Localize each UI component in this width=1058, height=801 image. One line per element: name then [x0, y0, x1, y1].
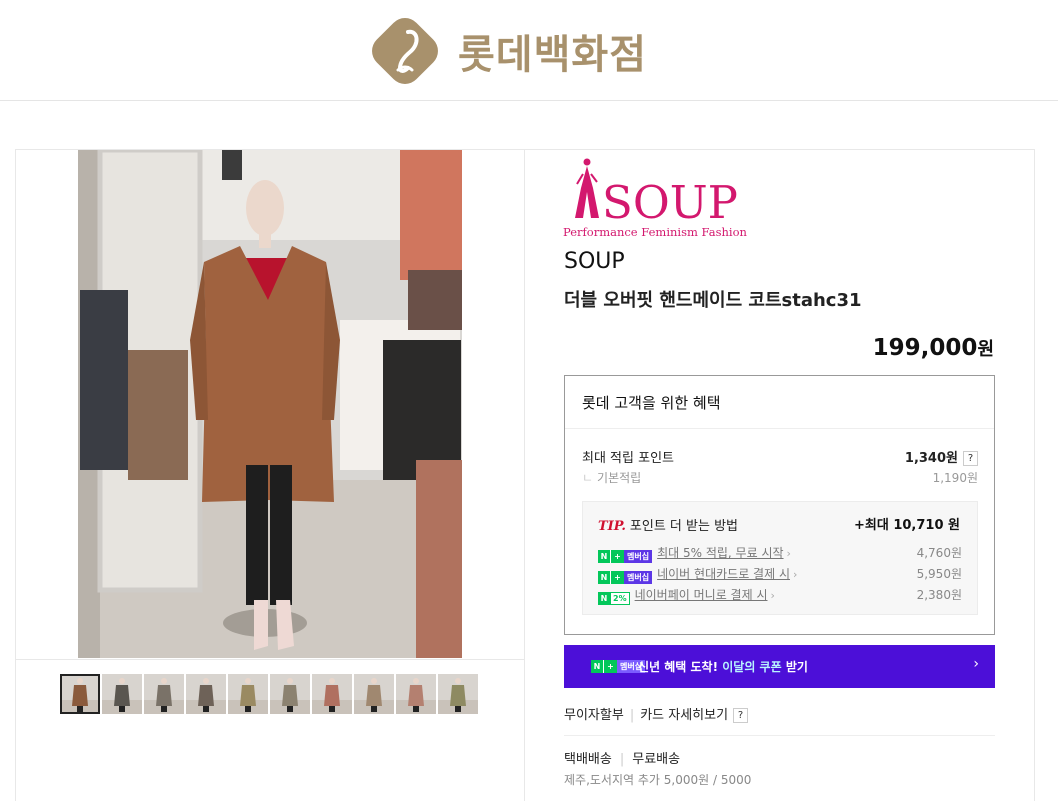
naver-membership-badge-icon: N + 멤버십	[591, 660, 646, 673]
delivery-extra-fee: 제주,도서지역 추가 5,000원 / 5000	[564, 773, 752, 787]
thumbnail-2[interactable]	[102, 674, 142, 714]
section-divider	[564, 735, 995, 736]
chevron-right-icon: ›	[770, 589, 775, 602]
help-button[interactable]: ?	[963, 451, 978, 466]
tip-row-value: 2,380원	[916, 588, 962, 602]
soup-brand-logo[interactable]: SOUP Performance Feminism Fashion	[563, 156, 755, 240]
thumbnail-4[interactable]	[186, 674, 226, 714]
store-logo[interactable]: 롯데백화점	[364, 10, 647, 92]
base-points-label: 기본적립	[597, 471, 642, 485]
max-points-value: 1,340원	[904, 451, 958, 466]
thumbnail-1[interactable]	[60, 674, 100, 714]
delivery-type: 택배배송	[564, 752, 612, 767]
lotte-logo-icon	[372, 18, 438, 84]
delivery-row: 택배배송 | 무료배송	[564, 748, 680, 767]
benefit-box: 롯데 고객을 위한 혜택 최대 적립 포인트 1,340원? ㄴ 기본적립 1,1…	[564, 375, 995, 635]
thumbnail-5[interactable]	[228, 674, 268, 714]
tip-heading: TIP. 포인트 더 받는 방법	[598, 515, 738, 534]
divider: |	[619, 752, 625, 767]
thumbnail-image	[102, 674, 142, 714]
tree-branch-icon: ㄴ	[582, 471, 594, 485]
installment-row: 무이자할부 | 카드 자세히보기?	[564, 704, 749, 723]
thumbnail-9[interactable]	[396, 674, 436, 714]
thumbnail-image	[228, 674, 268, 714]
delivery-fee: 무료배송	[632, 752, 681, 767]
thumbnail-image	[144, 674, 184, 714]
chevron-right-icon: ›	[786, 547, 791, 560]
price-value: 199,000	[872, 335, 978, 361]
thumbnail-7[interactable]	[312, 674, 352, 714]
installment-label: 무이자할부	[564, 708, 624, 723]
base-points-value: 1,190원	[932, 471, 978, 485]
brand-logo-text: SOUP	[602, 176, 738, 229]
tip-row-label[interactable]: 최대 5% 적립, 무료 시작	[657, 546, 783, 560]
thumbnail-strip	[60, 674, 478, 714]
coupon-promo-banner[interactable]: N + 멤버십 신년 혜택 도착! 이달의 쿠폰 받기 ›	[564, 645, 995, 688]
product-info: SOUP Performance Feminism Fashion SOUP 더…	[525, 149, 1035, 801]
price-currency: 원	[977, 339, 994, 360]
naver-pay-2pct-badge-icon: N 2%	[598, 592, 630, 605]
divider: |	[629, 708, 635, 723]
store-name: 롯데백화점	[458, 32, 647, 78]
brand-name[interactable]: SOUP	[564, 249, 625, 274]
thumbnail-image	[438, 674, 478, 714]
thumbnail-image	[60, 674, 100, 714]
thumbnail-3[interactable]	[144, 674, 184, 714]
site-header: 롯데백화점	[0, 0, 1058, 101]
tip-max-value: +최대 10,710 원	[854, 518, 960, 533]
thumbnail-image	[312, 674, 352, 714]
tip-label: TIP.	[598, 519, 626, 534]
thumbnail-image	[354, 674, 394, 714]
brand-logo-tagline: Performance Feminism Fashion	[563, 225, 748, 239]
product-gallery	[15, 149, 525, 801]
chevron-right-icon: ›	[792, 568, 798, 581]
benefit-divider	[565, 428, 994, 429]
chevron-right-icon: ›	[973, 656, 979, 672]
product-price: 199,000원	[873, 335, 994, 361]
base-points-row: ㄴ 기본적립 1,190원	[582, 469, 978, 486]
mannequin-coat-image	[78, 150, 462, 658]
tip-row-label[interactable]: 네이버페이 머니로 결제 시	[635, 588, 768, 602]
thumbnail-image	[270, 674, 310, 714]
thumbnail-6[interactable]	[270, 674, 310, 714]
benefit-title: 롯데 고객을 위한 혜택	[582, 394, 721, 412]
tip-row[interactable]: N + 멤버십 네이버 현대카드로 결제 시 › 5,950원	[598, 565, 962, 584]
tip-row-value: 5,950원	[916, 567, 962, 581]
thumbnail-10[interactable]	[438, 674, 478, 714]
max-points-label: 최대 적립 포인트	[582, 451, 674, 466]
promo-text: 신년 혜택 도착! 이달의 쿠폰 받기	[638, 660, 808, 674]
thumbnail-image	[186, 674, 226, 714]
tip-row-value: 4,760원	[916, 546, 962, 560]
product-main-image[interactable]	[78, 150, 462, 658]
thumbnail-8[interactable]	[354, 674, 394, 714]
naver-membership-badge-icon: N + 멤버십	[598, 550, 653, 563]
tip-row-label[interactable]: 네이버 현대카드로 결제 시	[657, 567, 790, 581]
tip-row[interactable]: N 2% 네이버페이 머니로 결제 시 › 2,380원	[598, 586, 962, 605]
tip-heading-text: 포인트 더 받는 방법	[629, 519, 738, 534]
naver-membership-badge-icon: N + 멤버십	[598, 571, 653, 584]
max-points-row: 최대 적립 포인트 1,340원?	[582, 447, 978, 466]
card-detail-link[interactable]: 카드 자세히보기	[640, 708, 728, 723]
help-button[interactable]: ?	[733, 708, 749, 723]
product-title: 더블 오버핏 핸드메이드 코트stahc31	[564, 290, 862, 311]
thumbnail-image	[396, 674, 436, 714]
gallery-divider	[16, 659, 524, 660]
tip-box: TIP. 포인트 더 받는 방법 +최대 10,710 원 N + 멤버십 최대 5% …	[582, 501, 978, 615]
tip-row[interactable]: N + 멤버십 최대 5% 적립, 무료 시작 › 4,760원	[598, 544, 962, 563]
